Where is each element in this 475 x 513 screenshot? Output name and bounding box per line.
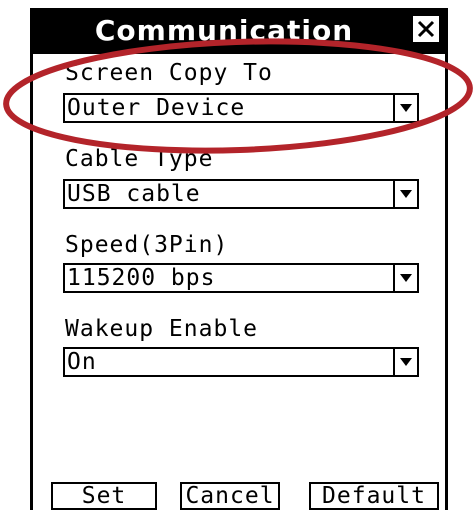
default-button[interactable]: Default — [309, 482, 439, 510]
cable-type-label: Cable Type — [65, 146, 214, 172]
dropdown-arrow-icon[interactable] — [393, 349, 417, 375]
screen-copy-to-value: Outer Device — [67, 95, 246, 121]
speed-select[interactable]: 115200 bps — [63, 263, 419, 293]
cancel-button[interactable]: Cancel — [180, 482, 280, 510]
cable-type-select[interactable]: USB cable — [63, 179, 419, 209]
dropdown-arrow-icon[interactable] — [393, 95, 417, 121]
close-icon — [417, 20, 435, 38]
title-bar: Communication — [33, 8, 445, 54]
set-button[interactable]: Set — [51, 482, 157, 510]
wakeup-enable-select[interactable]: On — [63, 347, 419, 377]
wakeup-enable-label: Wakeup Enable — [65, 316, 259, 342]
communication-dialog: Communication Screen Copy To Outer Devic… — [30, 8, 448, 510]
dropdown-arrow-icon[interactable] — [393, 181, 417, 207]
speed-value: 115200 bps — [67, 265, 216, 291]
screen-copy-to-label: Screen Copy To — [65, 60, 273, 86]
cable-type-value: USB cable — [67, 181, 201, 207]
speed-label: Speed(3Pin) — [65, 232, 229, 258]
dropdown-arrow-icon[interactable] — [393, 265, 417, 291]
dialog-title: Communication — [94, 14, 354, 47]
screen-copy-to-select[interactable]: Outer Device — [63, 93, 419, 123]
close-button[interactable] — [413, 16, 439, 42]
wakeup-enable-value: On — [67, 349, 97, 375]
